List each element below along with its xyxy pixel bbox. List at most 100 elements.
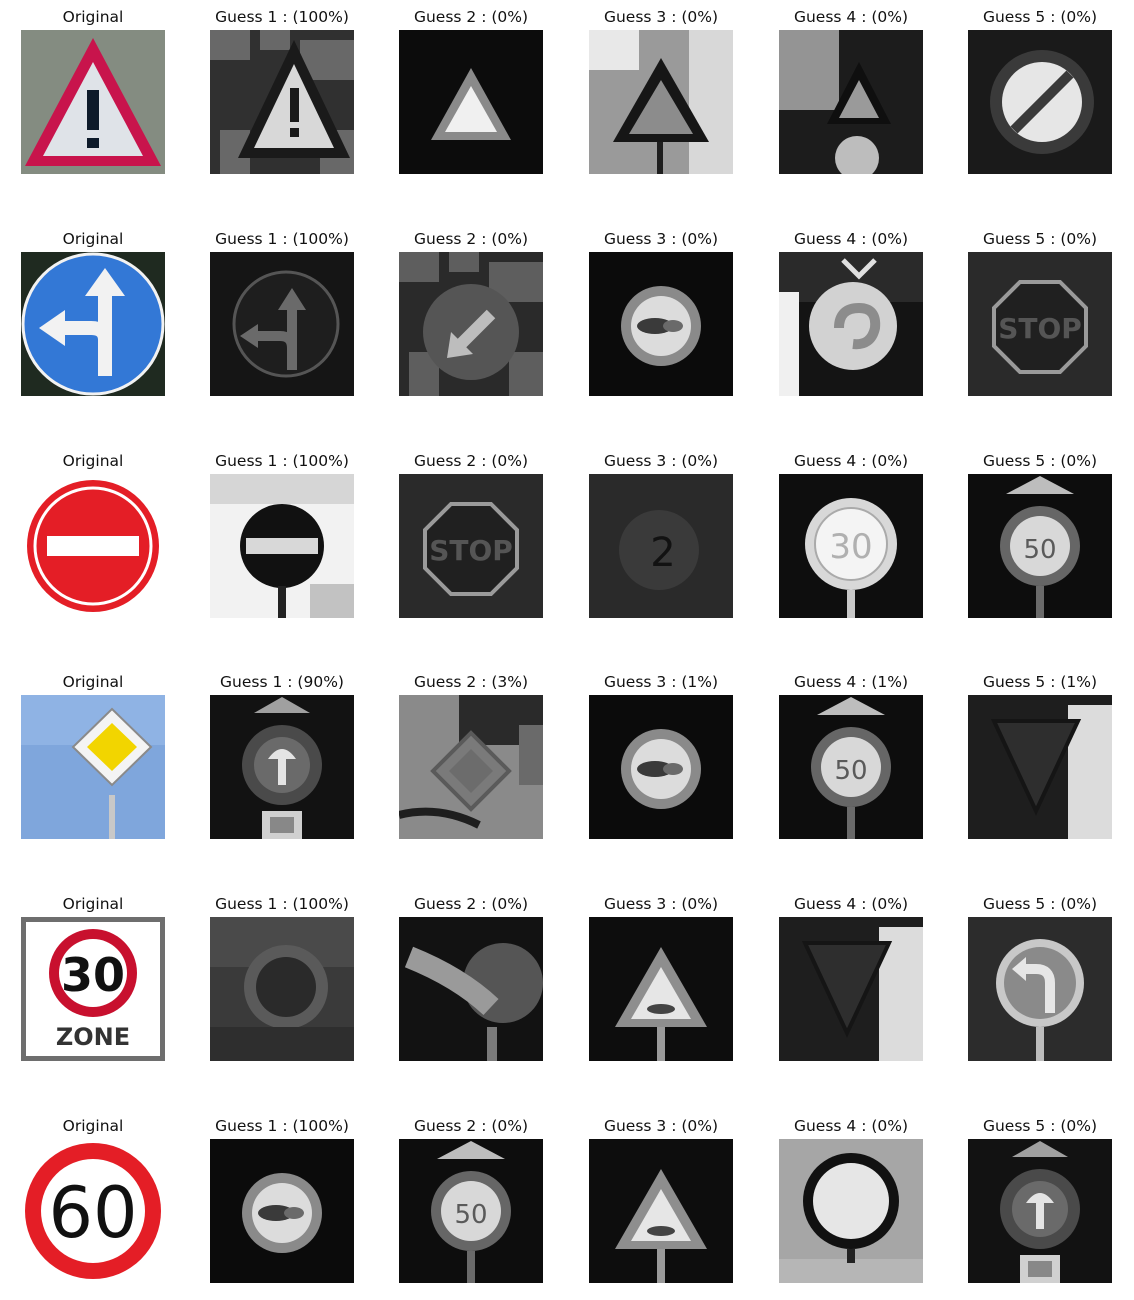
original-caption: Original <box>62 452 124 470</box>
guess-1-sign-image <box>210 695 354 839</box>
guess-1-sign-image <box>210 474 354 618</box>
original-panel: Original 60 <box>0 1116 188 1296</box>
guess-2-panel: Guess 2 : (0%) <box>376 7 566 187</box>
guess-4-panel: Guess 4 : (1%) 50 <box>756 672 946 852</box>
original-sign-image <box>21 30 165 174</box>
svg-text:ZONE: ZONE <box>56 1023 130 1051</box>
guess-3-caption: Guess 3 : (0%) <box>603 452 719 470</box>
guess-1-caption: Guess 1 : (100%) <box>215 230 349 248</box>
guess-1-sign-image <box>210 917 354 1061</box>
guess-5-panel: Guess 5 : (0%) <box>945 7 1134 187</box>
guess-2-caption: Guess 2 : (0%) <box>413 8 529 26</box>
svg-text:50: 50 <box>834 756 867 786</box>
original-panel: Original <box>0 229 188 409</box>
guess-2-sign-image <box>399 252 543 396</box>
guess-2-sign-image: STOP <box>399 474 543 618</box>
guess-3-sign-image: 2 <box>589 474 733 618</box>
guess-2-sign-image <box>399 917 543 1061</box>
guess-5-panel: Guess 5 : (1%) <box>945 672 1134 852</box>
guess-2-panel: Guess 2 : (0%) STOP <box>376 451 566 631</box>
guess-2-panel: Guess 2 : (0%) 50 <box>376 1116 566 1296</box>
guess-4-caption: Guess 4 : (0%) <box>793 1117 909 1135</box>
guess-5-caption: Guess 5 : (0%) <box>982 230 1098 248</box>
guess-1-panel: Guess 1 : (100%) <box>187 7 377 187</box>
guess-3-panel: Guess 3 : (0%) <box>566 894 756 1074</box>
guess-4-panel: Guess 4 : (0%) <box>756 894 946 1074</box>
svg-text:30: 30 <box>61 948 125 1002</box>
guess-1-sign-image <box>210 252 354 396</box>
guess-3-caption: Guess 3 : (1%) <box>603 673 719 691</box>
guess-4-sign-image <box>779 252 923 396</box>
guess-4-panel: Guess 4 : (0%) <box>756 1116 946 1296</box>
guess-5-panel: Guess 5 : (0%) <box>945 1116 1134 1296</box>
guess-5-caption: Guess 5 : (0%) <box>982 452 1098 470</box>
guess-2-caption: Guess 2 : (3%) <box>413 673 529 691</box>
guess-1-panel: Guess 1 : (100%) <box>187 451 377 631</box>
guess-2-sign-image: 50 <box>399 1139 543 1283</box>
guess-2-sign-image <box>399 30 543 174</box>
guess-1-caption: Guess 1 : (100%) <box>215 452 349 470</box>
guess-1-caption: Guess 1 : (100%) <box>215 895 349 913</box>
original-panel: Original <box>0 7 188 187</box>
guess-5-caption: Guess 5 : (0%) <box>982 895 1098 913</box>
guess-4-panel: Guess 4 : (0%) 30 <box>756 451 946 631</box>
guess-1-panel: Guess 1 : (100%) <box>187 229 377 409</box>
guess-1-panel: Guess 1 : (100%) <box>187 894 377 1074</box>
svg-text:30: 30 <box>829 527 872 567</box>
original-caption: Original <box>62 230 124 248</box>
guess-5-panel: Guess 5 : (0%) <box>945 894 1134 1074</box>
guess-4-caption: Guess 4 : (0%) <box>793 8 909 26</box>
guess-3-panel: Guess 3 : (0%) <box>566 7 756 187</box>
guess-2-caption: Guess 2 : (0%) <box>413 452 529 470</box>
guess-2-caption: Guess 2 : (0%) <box>413 895 529 913</box>
guess-4-caption: Guess 4 : (0%) <box>793 230 909 248</box>
guess-4-panel: Guess 4 : (0%) <box>756 229 946 409</box>
guess-3-sign-image <box>589 30 733 174</box>
guess-5-sign-image <box>968 30 1112 174</box>
guess-4-sign-image <box>779 30 923 174</box>
guess-2-caption: Guess 2 : (0%) <box>413 1117 529 1135</box>
guess-4-caption: Guess 4 : (0%) <box>793 895 909 913</box>
original-sign-image: 30 ZONE <box>21 917 165 1061</box>
guess-4-sign-image: 50 <box>779 695 923 839</box>
guess-1-panel: Guess 1 : (90%) <box>187 672 377 852</box>
guess-4-panel: Guess 4 : (0%) <box>756 7 946 187</box>
original-caption: Original <box>62 673 124 691</box>
original-panel: Original <box>0 672 188 852</box>
guess-2-panel: Guess 2 : (0%) <box>376 894 566 1074</box>
original-sign-image <box>21 474 165 618</box>
original-sign-image <box>21 695 165 839</box>
guess-2-panel: Guess 2 : (0%) <box>376 229 566 409</box>
guess-3-sign-image <box>589 917 733 1061</box>
guess-3-sign-image <box>589 252 733 396</box>
guess-3-caption: Guess 3 : (0%) <box>603 230 719 248</box>
guess-4-sign-image <box>779 917 923 1061</box>
guess-3-sign-image <box>589 695 733 839</box>
original-sign-image: 60 <box>21 1139 165 1283</box>
guess-1-caption: Guess 1 : (90%) <box>220 673 344 691</box>
original-panel: Original 30 ZONE <box>0 894 188 1074</box>
guess-2-caption: Guess 2 : (0%) <box>413 230 529 248</box>
original-caption: Original <box>62 1117 124 1135</box>
svg-text:STOP: STOP <box>998 312 1082 345</box>
guess-3-panel: Guess 3 : (1%) <box>566 672 756 852</box>
guess-3-panel: Guess 3 : (0%) <box>566 1116 756 1296</box>
guess-4-caption: Guess 4 : (0%) <box>793 452 909 470</box>
guess-3-caption: Guess 3 : (0%) <box>603 8 719 26</box>
guess-4-sign-image: 30 <box>779 474 923 618</box>
guess-3-panel: Guess 3 : (0%) 2 <box>566 451 756 631</box>
guess-3-panel: Guess 3 : (0%) <box>566 229 756 409</box>
guess-3-caption: Guess 3 : (0%) <box>603 895 719 913</box>
svg-text:2: 2 <box>650 530 675 576</box>
prediction-grid: Original Guess 1 : (100%) Guess 2 : (0%)… <box>0 0 1134 1300</box>
guess-3-caption: Guess 3 : (0%) <box>603 1117 719 1135</box>
guess-5-panel: Guess 5 : (0%) STOP <box>945 229 1134 409</box>
guess-5-sign-image: 50 <box>968 474 1112 618</box>
svg-text:50: 50 <box>454 1200 487 1230</box>
guess-5-caption: Guess 5 : (1%) <box>982 673 1098 691</box>
guess-5-sign-image <box>968 695 1112 839</box>
guess-5-sign-image <box>968 917 1112 1061</box>
svg-text:STOP: STOP <box>429 534 513 567</box>
guess-1-panel: Guess 1 : (100%) <box>187 1116 377 1296</box>
guess-3-sign-image <box>589 1139 733 1283</box>
